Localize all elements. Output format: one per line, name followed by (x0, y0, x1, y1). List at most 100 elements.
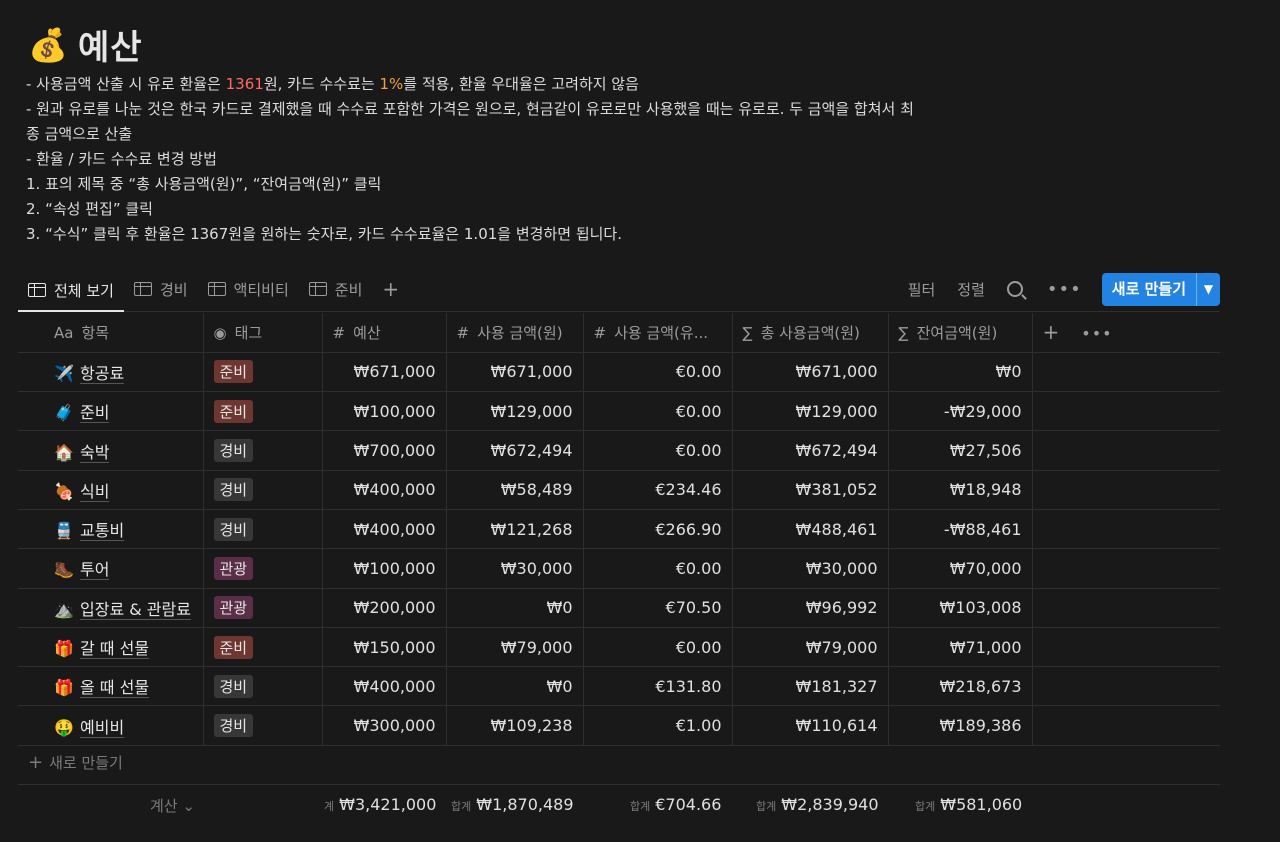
tab-expenses[interactable]: 경비 (124, 270, 198, 308)
column-header-total-used[interactable]: ∑ 총 사용금액(원) (732, 313, 889, 353)
cell-total-used[interactable]: ₩671,000 (732, 352, 889, 393)
cell-tag[interactable]: 관광 (203, 588, 323, 628)
cell-used-eur[interactable]: €0.00 (583, 430, 733, 471)
cell-name[interactable]: 🍖 식비 (18, 470, 204, 510)
search-icon[interactable] (1006, 281, 1023, 297)
cell-used-eur[interactable]: €0.00 (583, 548, 733, 589)
cell-used-eur[interactable]: €1.00 (583, 705, 733, 746)
cell-budget[interactable]: ₩700,000 (322, 430, 447, 471)
table-row[interactable]: 🥾 투어 관광 ₩100,000 ₩30,000 €0.00 ₩30,000 ₩70,000 (18, 548, 1220, 589)
cell-used-krw[interactable]: ₩79,000 (446, 627, 584, 668)
cell-tag[interactable]: 준비 (203, 352, 323, 393)
new-button[interactable]: 새로 만들기 (1102, 273, 1196, 306)
budget-sum[interactable]: 계 ₩3,421,000 (324, 795, 436, 814)
cell-tag[interactable]: 준비 (203, 391, 323, 432)
column-header-remaining[interactable]: ∑ 잔여금액(원) (888, 313, 1033, 353)
table-row[interactable]: 🚆 교통비 경비 ₩400,000 ₩121,268 €266.90 ₩488,461 -₩8… (18, 509, 1220, 550)
row-title[interactable]: 입장료 & 관람료 (80, 599, 191, 620)
cell-remaining[interactable]: ₩218,673 (888, 666, 1033, 707)
cell-used-eur[interactable]: €0.00 (583, 391, 733, 432)
table-row[interactable]: ⛰️ 입장료 & 관람료 관광 ₩200,000 ₩0 €70.50 ₩96,992 ₩103… (18, 588, 1220, 628)
cell-used-krw[interactable]: ₩58,489 (446, 470, 584, 510)
filter-button[interactable]: 필터 (908, 279, 936, 300)
used-krw-sum[interactable]: 합계 ₩1,870,489 (451, 795, 574, 814)
cell-name[interactable]: 🥾 투어 (18, 548, 204, 589)
row-emoji-icon[interactable]: 🤑 (54, 718, 80, 737)
cell-tag[interactable]: 경비 (203, 470, 323, 510)
row-title[interactable]: 예비비 (80, 717, 125, 738)
cell-used-krw[interactable]: ₩672,494 (446, 430, 584, 471)
row-emoji-icon[interactable]: 🏠 (54, 443, 80, 462)
cell-used-eur[interactable]: €70.50 (583, 588, 733, 628)
more-options-icon[interactable]: ••• (1047, 279, 1082, 300)
row-emoji-icon[interactable]: 🧳 (54, 403, 80, 422)
cell-used-eur[interactable]: €131.80 (583, 666, 733, 707)
tab-preparation[interactable]: 준비 (299, 270, 373, 308)
column-header-used-eur[interactable]: # 사용 금액(유... (583, 313, 733, 353)
cell-used-krw[interactable]: ₩0 (446, 588, 584, 628)
cell-budget[interactable]: ₩400,000 (322, 470, 447, 510)
cell-tag[interactable]: 준비 (203, 627, 323, 668)
cell-tag[interactable]: 경비 (203, 430, 323, 471)
row-title[interactable]: 투어 (80, 560, 110, 581)
cell-budget[interactable]: ₩100,000 (322, 391, 447, 432)
cell-name[interactable]: 🤑 예비비 (18, 705, 204, 746)
row-emoji-icon[interactable]: 🎁 (54, 639, 80, 658)
cell-used-eur[interactable]: €234.46 (583, 470, 733, 510)
cell-tag[interactable]: 경비 (203, 666, 323, 707)
new-row-button[interactable]: + 새로 만들기 (28, 752, 123, 773)
calculate-toggle[interactable]: 계산 ⌄ (150, 795, 195, 816)
cell-total-used[interactable]: ₩181,327 (732, 666, 889, 707)
table-row[interactable]: 🎁 갈 때 선물 준비 ₩150,000 ₩79,000 €0.00 ₩79,000 ₩71,… (18, 627, 1220, 668)
cell-remaining[interactable]: ₩103,008 (888, 588, 1033, 628)
row-title[interactable]: 올 때 선물 (80, 678, 150, 699)
cell-name[interactable]: 🏠 숙박 (18, 430, 204, 471)
cell-name[interactable]: 🎁 갈 때 선물 (18, 627, 204, 668)
row-title[interactable]: 식비 (80, 481, 110, 502)
sort-button[interactable]: 정렬 (957, 279, 985, 300)
cell-name[interactable]: 🧳 준비 (18, 391, 204, 432)
cell-tag[interactable]: 경비 (203, 509, 323, 550)
row-emoji-icon[interactable]: ✈️ (54, 364, 80, 383)
total-used-sum[interactable]: 합계 ₩2,839,940 (756, 795, 879, 814)
cell-total-used[interactable]: ₩672,494 (732, 430, 889, 471)
row-emoji-icon[interactable]: 🎁 (54, 678, 80, 697)
cell-remaining[interactable]: ₩71,000 (888, 627, 1033, 668)
remaining-sum[interactable]: 합계 ₩581,060 (915, 795, 1022, 814)
cell-budget[interactable]: ₩200,000 (322, 588, 447, 628)
column-header-used-krw[interactable]: # 사용 금액(원) (446, 313, 584, 353)
cell-remaining[interactable]: ₩0 (888, 352, 1033, 393)
column-header-tag[interactable]: ◉ 태그 (203, 313, 323, 353)
cell-remaining[interactable]: ₩27,506 (888, 430, 1033, 471)
cell-used-krw[interactable]: ₩671,000 (446, 352, 584, 393)
page-title[interactable]: 예산 (78, 20, 143, 69)
row-emoji-icon[interactable]: ⛰️ (54, 600, 80, 619)
row-title[interactable]: 준비 (80, 403, 110, 424)
cell-total-used[interactable]: ₩381,052 (732, 470, 889, 510)
tab-activities[interactable]: 액티비티 (198, 270, 299, 308)
cell-used-krw[interactable]: ₩0 (446, 666, 584, 707)
tab-all-view[interactable]: 전체 보기 (18, 270, 124, 312)
cell-used-krw[interactable]: ₩121,268 (446, 509, 584, 550)
cell-used-krw[interactable]: ₩129,000 (446, 391, 584, 432)
row-title[interactable]: 교통비 (80, 521, 125, 542)
table-row[interactable]: 🤑 예비비 경비 ₩300,000 ₩109,238 €1.00 ₩110,614 ₩189,… (18, 705, 1220, 746)
cell-remaining[interactable]: -₩88,461 (888, 509, 1033, 550)
row-emoji-icon[interactable]: 🍖 (54, 482, 80, 501)
cell-used-krw[interactable]: ₩109,238 (446, 705, 584, 746)
row-emoji-icon[interactable]: 🥾 (54, 560, 80, 579)
row-title[interactable]: 항공료 (80, 363, 125, 384)
cell-name[interactable]: ⛰️ 입장료 & 관람료 (18, 588, 204, 628)
add-view-plus-icon[interactable]: + (372, 270, 409, 308)
cell-budget[interactable]: ₩100,000 (322, 548, 447, 589)
row-emoji-icon[interactable]: 🚆 (54, 521, 80, 540)
cell-total-used[interactable]: ₩96,992 (732, 588, 889, 628)
cell-used-eur[interactable]: €0.00 (583, 352, 733, 393)
table-row[interactable]: 🎁 올 때 선물 경비 ₩400,000 ₩0 €131.80 ₩181,327 ₩218,6… (18, 666, 1220, 707)
cell-tag[interactable]: 관광 (203, 548, 323, 589)
cell-budget[interactable]: ₩671,000 (322, 352, 447, 393)
table-row[interactable]: 🍖 식비 경비 ₩400,000 ₩58,489 €234.46 ₩381,052 ₩18,9… (18, 470, 1220, 510)
column-header-name[interactable]: Aa 항목 (18, 313, 204, 353)
row-title[interactable]: 갈 때 선물 (80, 639, 150, 660)
cell-remaining[interactable]: ₩189,386 (888, 705, 1033, 746)
